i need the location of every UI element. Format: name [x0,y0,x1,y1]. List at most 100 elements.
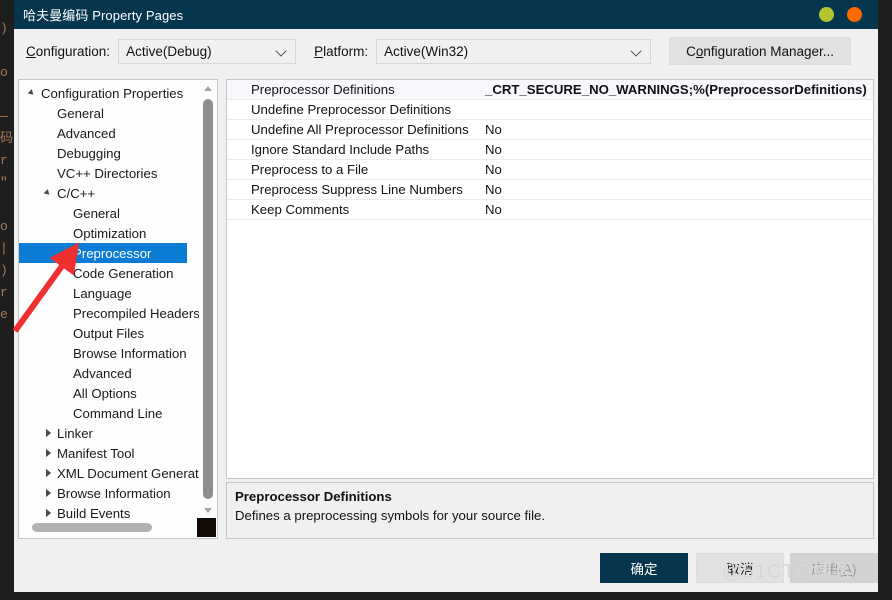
configuration-value: Active(Debug) [126,43,212,59]
tree-item-precompiled-headers[interactable]: Precompiled Headers [19,303,199,323]
tree-item-linker[interactable]: Linker [19,423,199,443]
ok-button[interactable]: 确定 [600,553,688,583]
tree-item-advanced[interactable]: Advanced [19,123,199,143]
tree-item-label: C/C++ [57,185,96,201]
property-value[interactable]: No [480,142,873,157]
twisty-collapsed-icon[interactable] [41,503,57,518]
tree-item-manifest-tool[interactable]: Manifest Tool [19,443,199,463]
configuration-manager-button[interactable]: Configuration Manager... [669,37,852,65]
tree-item-debugging[interactable]: Debugging [19,143,199,163]
vertical-scroll-thumb[interactable] [203,99,213,499]
property-name: Undefine Preprocessor Definitions [251,102,452,117]
table-row[interactable]: Preprocess Suppress Line Numbers No [227,180,873,200]
tree-item-label: General [73,205,120,221]
property-value[interactable]: _CRT_SECURE_NO_WARNINGS;%(PreprocessorDe… [480,82,873,97]
tree-item-label: Configuration Properties [41,85,184,101]
scrollbar-corner [197,518,216,537]
tree-item-preprocessor[interactable]: Preprocessor [19,243,187,263]
scroll-down-arrow-icon[interactable] [200,503,216,518]
scroll-up-arrow-icon[interactable] [200,81,216,96]
tree-item-command-line[interactable]: Command Line [19,403,199,423]
property-grid[interactable]: Preprocessor Definitions _CRT_SECURE_NO_W… [226,79,874,479]
tree-item-label: Advanced [57,125,116,141]
configuration-tree[interactable]: Configuration Properties General Advanced D… [18,79,218,539]
twisty-collapsed-icon[interactable] [41,443,57,463]
tree-item-build-events[interactable]: Build Events [19,503,199,518]
horizontal-scroll-thumb[interactable] [32,523,152,532]
tree-item-browse-information[interactable]: Browse Information [19,483,199,503]
tree-item-language[interactable]: Language [19,283,199,303]
description-title: Preprocessor Definitions [235,489,392,504]
tree-item-label: Optimization [73,225,147,241]
tree-item-label: Command Line [73,405,163,421]
table-row[interactable]: Undefine All Preprocessor Definitions No [227,120,873,140]
tree-vertical-scrollbar[interactable] [200,81,216,518]
property-value[interactable]: No [480,162,873,177]
tree-item-xml-document-generator[interactable]: XML Document Generator [19,463,199,483]
tree-item-label: Build Events [57,505,131,519]
window-title: 哈夫曼编码 Property Pages [23,8,184,23]
tree-item-code-generation[interactable]: Code Generation [19,263,199,283]
tree-item-general[interactable]: General [19,103,199,123]
configuration-select[interactable]: Active(Debug) [118,38,297,64]
twisty-collapsed-icon[interactable] [41,463,57,483]
tree-item-vc-directories[interactable]: VC++ Directories [19,163,199,183]
tree-item-label: Code Generation [73,265,174,281]
table-row[interactable]: Ignore Standard Include Paths No [227,140,873,160]
tree-item-c-c[interactable]: C/C++ [19,183,199,203]
chevron-down-icon [277,46,286,55]
tree-item-all-options[interactable]: All Options [19,383,199,403]
minimize-dot-icon[interactable] [819,7,834,22]
twisty-expanded-icon[interactable] [41,183,57,203]
tree-item-label: VC++ Directories [57,165,158,181]
property-name: Preprocess to a File [251,162,369,177]
tree-horizontal-scrollbar[interactable] [20,518,216,537]
property-pages-dialog: 哈夫曼编码 Property Pages Configuration: Acti… [14,0,878,592]
table-row[interactable]: Undefine Preprocessor Definitions [227,100,873,120]
configuration-label: Configuration: [26,43,111,59]
configuration-toolbar: Configuration: Active(Debug) Platform: A… [14,29,878,73]
property-grid-rows: Preprocessor Definitions _CRT_SECURE_NO_W… [227,80,873,220]
property-name: Keep Comments [251,202,350,217]
table-row[interactable]: Preprocessor Definitions _CRT_SECURE_NO_W… [227,80,873,100]
property-name: Undefine All Preprocessor Definitions [251,122,469,137]
tree-item-label: Preprocessor [73,245,152,261]
table-row[interactable]: Preprocess to a File No [227,160,873,180]
tree-item-label: XML Document Generator [57,465,199,481]
tree-item-label: Language [73,285,132,301]
window-controls [819,0,862,29]
tree-item-label: Browse Information [73,345,187,361]
tree-item-configuration-properties[interactable]: Configuration Properties [19,83,199,103]
tree-item-browse-information[interactable]: Browse Information [19,343,199,363]
platform-select[interactable]: Active(Win32) [376,38,652,64]
tree-item-optimization[interactable]: Optimization [19,223,199,243]
chevron-down-icon [632,46,641,55]
twisty-collapsed-icon[interactable] [41,423,57,443]
twisty-collapsed-icon[interactable] [41,483,57,503]
property-value[interactable]: No [480,182,873,197]
tree-item-output-files[interactable]: Output Files [19,323,199,343]
property-value[interactable]: No [480,122,873,137]
tree-item-general[interactable]: General [19,203,199,223]
ok-button-label: 确定 [630,562,658,577]
configuration-manager-label: Configuration Manager... [686,43,835,59]
property-value[interactable]: No [480,202,873,217]
tree-item-list: Configuration Properties General Advanced D… [19,83,199,518]
tree-item-advanced[interactable]: Advanced [19,363,199,383]
close-dot-icon[interactable] [847,7,862,22]
tree-item-label: Advanced [73,365,132,381]
tree-item-label: Precompiled Headers [73,305,199,321]
background-bottom-strip [0,592,892,600]
tree-item-label: General [57,105,104,121]
table-row[interactable]: Keep Comments No [227,200,873,220]
twisty-expanded-icon[interactable] [25,83,41,103]
